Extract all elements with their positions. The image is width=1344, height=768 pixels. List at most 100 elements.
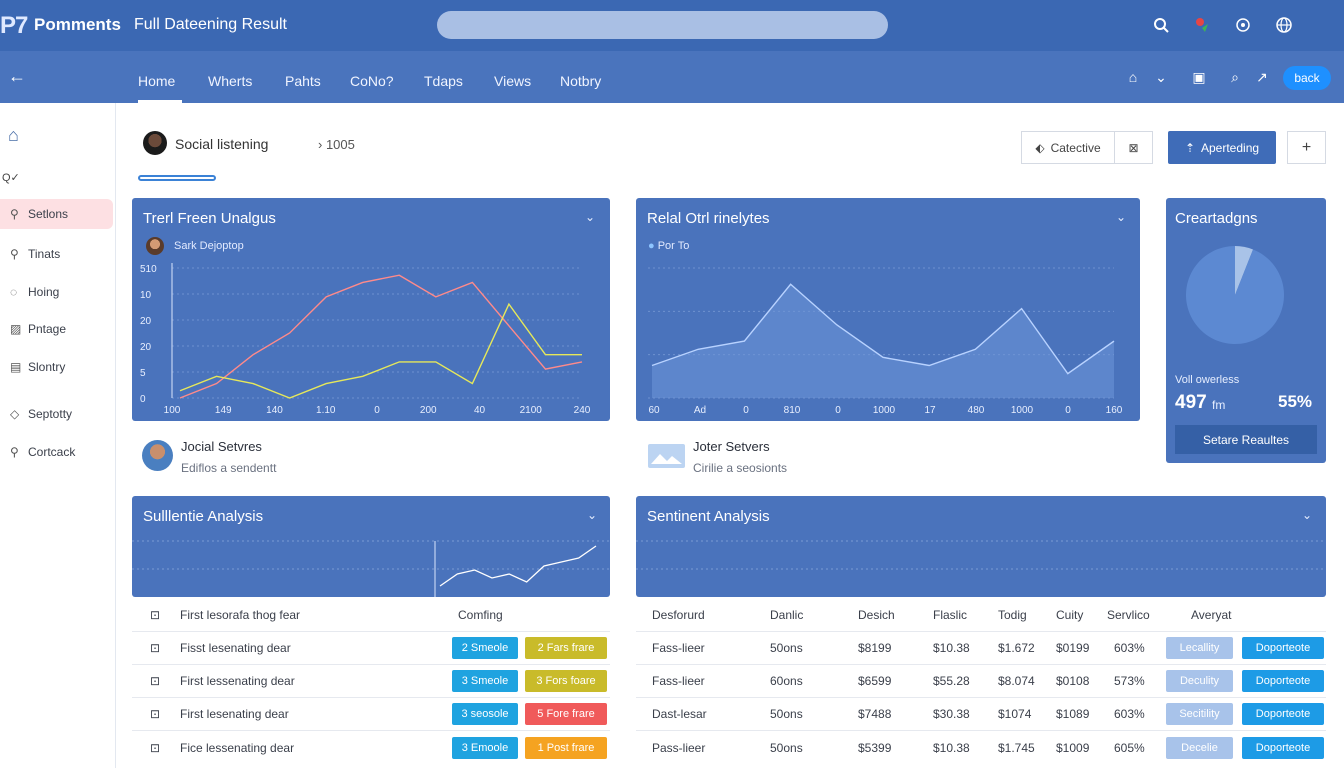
mail-button[interactable]: ⊠ xyxy=(1114,131,1153,164)
column-header: Desich xyxy=(858,608,895,622)
breadcrumb-id[interactable]: › 1005 xyxy=(318,137,355,152)
row-checkbox-icon[interactable]: ⊡ xyxy=(150,608,160,622)
report-button[interactable]: Doporteote xyxy=(1242,703,1324,725)
title-underline xyxy=(138,175,216,181)
tab-pahts[interactable]: Pahts xyxy=(285,73,321,89)
column-header: Desforurd xyxy=(652,608,705,622)
sidebar-item-label: Hoing xyxy=(28,285,60,299)
status-button[interactable]: Deculity xyxy=(1166,670,1233,692)
sidebar-item-cortcack[interactable]: ⚲ Cortcack xyxy=(0,437,113,467)
search-input[interactable] xyxy=(437,11,888,39)
report-button[interactable]: Doporteote xyxy=(1242,670,1324,692)
catective-button[interactable]: ⬖ Catective xyxy=(1021,131,1115,164)
page-title: Social listening xyxy=(175,136,269,152)
x-tick-label: 100 xyxy=(164,405,181,416)
sidebar-item-label: Septotty xyxy=(28,407,73,421)
table-row[interactable]: Dast-lesar 50ons $7488 $30.38 $1074 $108… xyxy=(636,698,1326,731)
home-icon[interactable]: ⌂ xyxy=(1124,69,1142,85)
pie-chart xyxy=(1186,246,1284,344)
report-button[interactable]: Doporteote xyxy=(1242,736,1324,759)
app-logo: P7 xyxy=(0,12,28,39)
y-tick-label: 20 xyxy=(140,316,152,327)
creartadgns-card: Creartadgns Voll owerless 497 fm 55% xyxy=(1166,198,1326,463)
upload-icon: ⇡ xyxy=(1184,140,1195,155)
status-button[interactable]: Secitility xyxy=(1166,703,1233,725)
sidebar-item-tinats[interactable]: ⚲ Tinats xyxy=(0,239,113,269)
table-cell: $6599 xyxy=(858,674,892,688)
search-icon[interactable] xyxy=(1150,14,1172,36)
back-button[interactable]: back xyxy=(1283,66,1331,90)
table-cell: Fass-lieer xyxy=(652,674,705,688)
smeole-tag[interactable]: 2 Smeole xyxy=(452,637,518,659)
tab-wherts[interactable]: Wherts xyxy=(208,73,252,89)
row-checkbox-icon[interactable]: ⊡ xyxy=(150,707,160,721)
x-tick-label: 1.10 xyxy=(316,405,336,416)
sidebar-item-label: Pntage xyxy=(28,322,67,336)
y-tick-label: 10 xyxy=(140,290,152,301)
fors-tag[interactable]: 3 Fors foare xyxy=(525,670,607,692)
add-button[interactable]: + xyxy=(1287,131,1326,164)
smeole-tag[interactable]: 3 Smeole xyxy=(452,670,518,692)
table-row[interactable]: Fass-lieer 50ons $8199 $10.38 $1.672 $01… xyxy=(636,632,1326,665)
table-cell: 50ons xyxy=(770,707,803,721)
table-cell: $10.38 xyxy=(933,641,970,655)
image-thumbnail-icon xyxy=(648,444,685,468)
sidebar-extra[interactable]: Q✓ xyxy=(2,171,20,184)
sidebar-item-hoing[interactable]: ◌ Hoing xyxy=(0,277,113,307)
realtime-area-chart: 60 Ad 0 810 0 1000 17 480 1000 0 160 xyxy=(648,267,1123,416)
aperteding-button[interactable]: ⇡ Aperteding xyxy=(1168,131,1276,164)
globe-icon[interactable] xyxy=(1273,14,1295,36)
table-cell: $1.672 xyxy=(998,641,1035,655)
sidebar-item-setlons[interactable]: ⚲ Setlons xyxy=(0,199,113,229)
sidebar-item-pntage[interactable]: ▨ Pntage xyxy=(0,314,113,344)
pie-slice xyxy=(1186,246,1284,344)
post-tag[interactable]: 1 Post frare xyxy=(525,736,607,759)
series-line xyxy=(439,545,597,587)
x-tick-label: 240 xyxy=(574,405,591,416)
back-arrow-icon[interactable]: ← xyxy=(8,66,26,87)
fars-tag[interactable]: 2 Fars frare xyxy=(525,637,607,659)
tab-views[interactable]: Views xyxy=(494,73,531,89)
shield-icon: ◌ xyxy=(10,285,18,299)
share-icon[interactable]: ↗ xyxy=(1253,69,1271,86)
home-sidebar-icon[interactable]: ⌂ xyxy=(8,125,19,146)
chevron-down-icon[interactable]: ⌄ xyxy=(1152,69,1170,86)
table-cell: 60ons xyxy=(770,674,803,688)
row-checkbox-icon[interactable]: ⊡ xyxy=(150,674,160,688)
status-button[interactable]: Decelie xyxy=(1166,736,1233,759)
settings-icon[interactable] xyxy=(1232,14,1254,36)
person-icon: ⚲ xyxy=(10,445,19,459)
table-cell: $8199 xyxy=(858,641,892,655)
summary-subtitle: Cirilie a seosionts xyxy=(693,461,788,475)
calendar-icon[interactable]: ▣ xyxy=(1190,69,1208,86)
notification-icon[interactable] xyxy=(1190,14,1212,36)
fore-tag[interactable]: 5 Fore frare xyxy=(525,703,607,725)
table-cell: 603% xyxy=(1114,641,1145,655)
table-cell: $7488 xyxy=(858,707,892,721)
tab-tdaps[interactable]: Tdaps xyxy=(424,73,463,89)
row-checkbox-icon[interactable]: ⊡ xyxy=(150,741,160,755)
table-cell: $1089 xyxy=(1056,707,1090,721)
table-row[interactable]: Fass-lieer 60ons $6599 $55.28 $8.074 $01… xyxy=(636,665,1326,698)
status-button[interactable]: Lecallity xyxy=(1166,637,1233,659)
table-row[interactable]: ⊡ First lesenating dear 3 seosole 5 Fore… xyxy=(132,698,610,731)
setare-results-button[interactable]: Setare Reaultes xyxy=(1175,425,1317,454)
sidebar-item-septotty[interactable]: ◇ Septotty xyxy=(0,399,113,429)
table-row[interactable]: ⊡ Fice lessenating dear 3 Emoole 1 Post … xyxy=(132,731,610,764)
row-checkbox-icon[interactable]: ⊡ xyxy=(150,641,160,655)
row-name: First lessenating dear xyxy=(180,674,295,688)
tab-home[interactable]: Home xyxy=(138,73,175,89)
report-button[interactable]: Doporteote xyxy=(1242,637,1324,659)
stat-unit: fm xyxy=(1212,398,1226,412)
table-row[interactable]: Pass-lieer 50ons $5399 $10.38 $1.745 $10… xyxy=(636,731,1326,764)
tab-cono[interactable]: CoNo? xyxy=(350,73,394,89)
column-header: First lesorafa thog fear xyxy=(180,608,301,622)
tab-notbry[interactable]: Notbry xyxy=(560,73,601,89)
search-small-icon[interactable]: ⌕ xyxy=(1226,69,1244,86)
emoole-tag[interactable]: 3 Emoole xyxy=(452,736,518,759)
seosole-tag[interactable]: 3 seosole xyxy=(452,703,518,725)
table-row[interactable]: ⊡ First lessenating dear 3 Smeole 3 Fors… xyxy=(132,665,610,698)
table-row[interactable]: ⊡ Fisst lesenating dear 2 Smeole 2 Fars … xyxy=(132,632,610,665)
column-header: Averyat xyxy=(1191,608,1232,622)
sidebar-item-slontry[interactable]: ▤ Slontry xyxy=(0,352,113,382)
